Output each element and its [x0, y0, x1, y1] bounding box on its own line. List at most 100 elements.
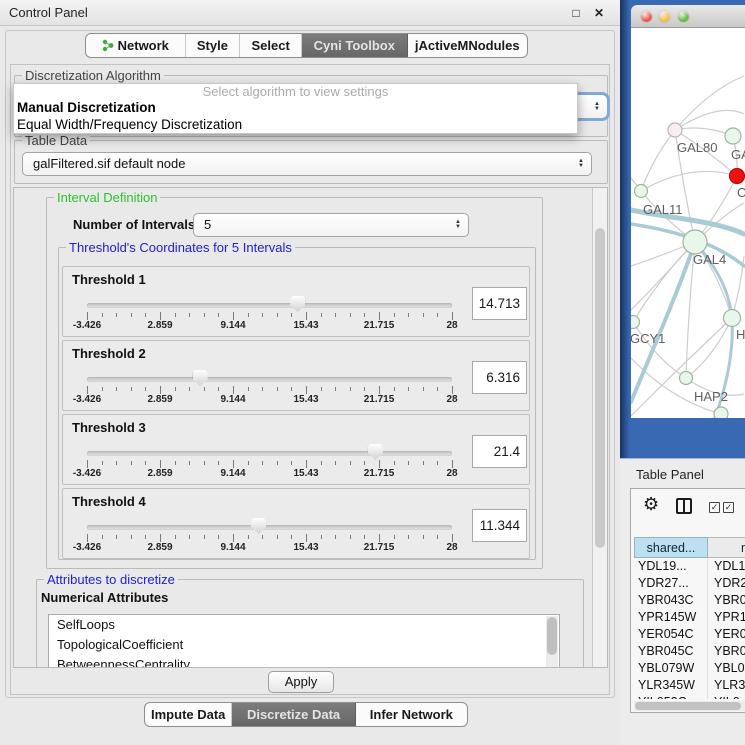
slider-tick [335, 535, 336, 539]
table-row[interactable]: YDR27...YDR2 [634, 575, 745, 592]
slider-tick [335, 387, 336, 391]
network-node[interactable] [631, 316, 640, 329]
slider-tick [277, 535, 278, 539]
list-scrollbar[interactable] [546, 616, 558, 668]
network-edge[interactable] [675, 128, 733, 136]
cell-name[interactable]: YBR0 [708, 643, 745, 660]
float-window-icon[interactable]: □ [567, 4, 585, 22]
slider-thumb-1[interactable] [290, 296, 305, 312]
close-window-icon[interactable]: ✕ [590, 4, 608, 22]
slider-tick [175, 313, 176, 317]
cell-shared-name[interactable]: YBR045C [634, 643, 708, 660]
num-intervals-combobox[interactable]: 5 ▲▼ [193, 213, 469, 237]
tab-jactivemnodules[interactable]: jActiveMNodules [408, 34, 527, 57]
bottom-tab-infer-network[interactable]: Infer Network [356, 703, 467, 726]
slider-thumb-3[interactable] [368, 444, 383, 460]
network-edge[interactable] [631, 242, 695, 310]
node-label-c: C [737, 185, 745, 200]
network-node[interactable] [724, 310, 741, 327]
cell-shared-name[interactable]: YLR345W [634, 677, 708, 694]
network-canvas[interactable]: GAL80GACGAL11GAL4GCY1HHAP2 [631, 28, 745, 418]
tab-style[interactable]: Style [186, 34, 241, 57]
attribute-item-selfloops[interactable]: SelfLoops [49, 615, 559, 635]
network-edge[interactable] [641, 171, 737, 191]
cell-shared-name[interactable]: YBR043C [634, 592, 708, 609]
column-header-name[interactable]: n [708, 537, 745, 558]
gear-icon[interactable]: ⚙ [643, 494, 659, 515]
bottom-tab-impute-data[interactable]: Impute Data [145, 703, 232, 726]
slider-thumb-4[interactable] [251, 518, 266, 534]
numerical-attributes-list[interactable]: SelfLoopsTopologicalCoefficientBetweenne… [48, 614, 560, 668]
show-columns-icon[interactable] [676, 498, 692, 514]
slider-track[interactable] [87, 525, 452, 530]
threshold-value-field-4[interactable]: 11.344 [472, 509, 527, 542]
table-row[interactable]: YDL19...YDL1 [634, 558, 745, 575]
cell-name[interactable]: YLR3 [708, 677, 745, 694]
slider-track[interactable] [87, 303, 452, 308]
cell-shared-name[interactable]: YIL052C [634, 694, 708, 699]
network-edge[interactable] [675, 76, 744, 130]
cell-shared-name[interactable]: YDL19... [634, 558, 708, 575]
table-horizontal-scrollbar[interactable] [634, 701, 745, 711]
cell-shared-name[interactable]: YDR27... [634, 575, 708, 592]
select-none-checkbox-icon[interactable]: ✓ [723, 502, 734, 513]
table-row[interactable]: YBR045CYBR0 [634, 643, 745, 660]
table-row[interactable]: YLR345WYLR3 [634, 677, 745, 694]
attribute-item-topologicalcoefficient[interactable]: TopologicalCoefficient [49, 635, 559, 655]
tab-cyni-toolbox[interactable]: Cyni Toolbox [302, 34, 408, 57]
tab-network[interactable]: Network [86, 34, 186, 57]
cell-shared-name[interactable]: YBL079W [634, 660, 708, 677]
slider-thumb-2[interactable] [193, 370, 208, 386]
cell-name[interactable]: YBR0 [708, 592, 745, 609]
cell-name[interactable]: YER0 [708, 626, 745, 643]
cell-name[interactable]: YDL1 [708, 558, 745, 575]
slider-track[interactable] [87, 377, 452, 382]
cell-name[interactable]: YPR1 [708, 609, 745, 626]
tab-select[interactable]: Select [240, 34, 302, 57]
cell-name[interactable]: YBL0 [708, 660, 745, 677]
table-panel: Table Panel ⚙ ✓ ✓ shared... n YDL19...YD… [620, 458, 745, 745]
threshold-value-field-3[interactable]: 21.4 [472, 435, 527, 468]
apply-button[interactable]: Apply [268, 671, 334, 693]
cell-name[interactable]: YDR2 [708, 575, 745, 592]
bottom-tab-discretize-data[interactable]: Discretize Data [232, 703, 355, 726]
threshold-box-1: Threshold 1-3.4262.8599.14415.4321.71528… [62, 266, 530, 337]
select-all-checkbox-icon[interactable]: ✓ [709, 502, 720, 513]
mac-minimize-button[interactable] [659, 11, 670, 22]
dropdown-option-equal-width-frequency-discretization[interactable]: Equal Width/Frequency Discretization [14, 116, 577, 133]
network-node[interactable] [680, 372, 693, 385]
table-row[interactable]: YBL079WYBL0 [634, 660, 745, 677]
network-node[interactable] [635, 185, 648, 198]
threshold-value-field-2[interactable]: 6.316 [472, 361, 527, 394]
cell-name[interactable]: YIL0 [708, 694, 745, 699]
network-node[interactable] [730, 169, 745, 184]
slider-tick [321, 387, 322, 391]
mac-zoom-button[interactable] [678, 11, 689, 22]
slider-tick [218, 461, 219, 465]
network-node[interactable] [668, 123, 682, 137]
network-node[interactable] [714, 407, 728, 418]
cell-shared-name[interactable]: YPR145W [634, 609, 708, 626]
network-node[interactable] [683, 230, 707, 254]
network-edge[interactable] [686, 318, 732, 378]
network-node[interactable] [725, 128, 741, 144]
cell-shared-name[interactable]: YER054C [634, 626, 708, 643]
table-row[interactable]: YER054CYER0 [634, 626, 745, 643]
mac-close-button[interactable] [641, 11, 652, 22]
threshold-value-field-1[interactable]: 14.713 [472, 287, 527, 320]
table-row[interactable]: YIL052CYIL0 [634, 694, 745, 699]
dropdown-option-manual-discretization[interactable]: Manual Discretization [14, 99, 577, 116]
slider-track[interactable] [87, 451, 452, 456]
thresholds-group-title: Threshold's Coordinates for 5 Intervals [66, 240, 295, 255]
attribute-item-betweennesscentrality[interactable]: BetweennessCentrality [49, 655, 559, 668]
table-row[interactable]: YBR043CYBR0 [634, 592, 745, 609]
network-icon [102, 39, 114, 52]
network-edge[interactable] [675, 110, 744, 130]
threshold-box-2: Threshold 2-3.4262.8599.14415.4321.71528… [62, 340, 530, 411]
panel-vertical-scrollbar[interactable] [592, 188, 607, 667]
node-label-gal4: GAL4 [693, 252, 726, 267]
table-data-combobox[interactable]: galFiltered.sif default node ▲▼ [22, 152, 592, 176]
slider-tick [437, 387, 438, 391]
column-header-shared-name[interactable]: shared... [634, 537, 708, 558]
table-row[interactable]: YPR145WYPR1 [634, 609, 745, 626]
